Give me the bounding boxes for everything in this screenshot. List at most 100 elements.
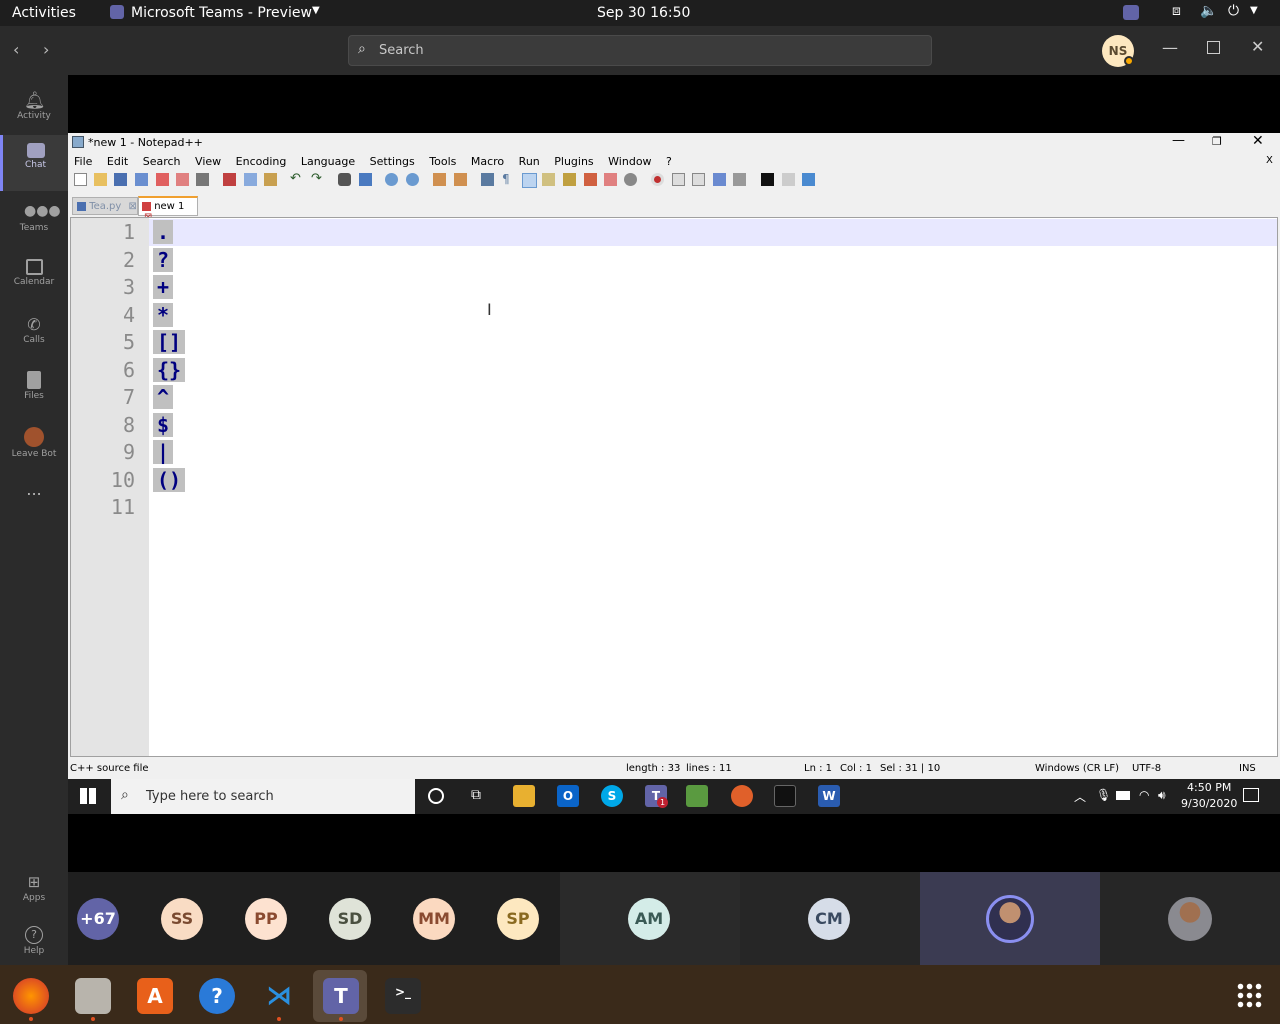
- teams-tray-icon[interactable]: [1123, 5, 1139, 20]
- menu-plugins[interactable]: Plugins: [554, 155, 593, 168]
- tab-tea-py[interactable]: Tea.py ⊠: [72, 197, 138, 215]
- microphone-icon[interactable]: 🎙︎: [1096, 788, 1111, 802]
- participant-photo[interactable]: [1168, 897, 1212, 941]
- code-line[interactable]: +: [153, 275, 174, 299]
- clock[interactable]: Sep 30 16:50: [597, 5, 690, 21]
- menu-search[interactable]: Search: [143, 155, 181, 168]
- power-icon[interactable]: ⏻: [1228, 3, 1239, 19]
- minimize-icon[interactable]: —: [1162, 38, 1178, 57]
- play-macro-icon[interactable]: [692, 173, 705, 186]
- npp-close-icon[interactable]: ✕: [1252, 133, 1264, 149]
- task-view-icon[interactable]: ⧉: [471, 787, 481, 803]
- rail-item-files[interactable]: Files: [0, 363, 68, 415]
- firefox-taskbar-icon[interactable]: [731, 785, 753, 807]
- network-icon[interactable]: ⧈: [1172, 3, 1181, 19]
- app-menu[interactable]: Microsoft Teams - Preview: [131, 5, 312, 21]
- show-all-chars-icon[interactable]: ¶: [502, 172, 510, 186]
- wifi-icon[interactable]: ◠: [1139, 788, 1149, 802]
- code-line[interactable]: (): [153, 467, 186, 492]
- menu-settings[interactable]: Settings: [370, 155, 415, 168]
- code-line[interactable]: $: [153, 412, 174, 437]
- save-icon[interactable]: [114, 173, 127, 186]
- participant-avatar[interactable]: SS: [161, 898, 203, 940]
- tab-new-1[interactable]: new 1 ⊠: [138, 196, 198, 223]
- menu-edit[interactable]: Edit: [107, 155, 128, 168]
- redo-icon[interactable]: ↷: [311, 171, 322, 186]
- close-icon[interactable]: ✕: [1251, 37, 1264, 56]
- active-speaker-photo[interactable]: [986, 895, 1034, 943]
- paste-icon[interactable]: [264, 173, 277, 186]
- new-file-icon[interactable]: [74, 173, 87, 186]
- rail-item-chat[interactable]: Chat: [0, 135, 68, 191]
- indent-guide-icon[interactable]: [522, 173, 537, 188]
- menu-tools[interactable]: Tools: [429, 155, 456, 168]
- windows-search-box[interactable]: ⌕ Type here to search: [111, 779, 415, 814]
- rail-item-calls[interactable]: ✆ Calls: [0, 307, 68, 359]
- copy-icon[interactable]: [244, 173, 257, 186]
- menu-file[interactable]: File: [74, 155, 92, 168]
- tray-chevron-icon[interactable]: ︿: [1074, 788, 1086, 805]
- plugin-xml-icon[interactable]: [802, 173, 815, 186]
- code-line[interactable]: ^: [153, 385, 174, 409]
- close-file-icon[interactable]: [156, 173, 169, 186]
- cut-icon[interactable]: [223, 173, 236, 186]
- code-line[interactable]: .: [153, 220, 174, 244]
- code-line[interactable]: {}: [153, 357, 186, 382]
- line-number[interactable]: 8: [75, 413, 135, 437]
- focus-mode-icon[interactable]: [624, 173, 637, 186]
- close-document-x[interactable]: X: [1266, 155, 1273, 166]
- menu-run[interactable]: Run: [519, 155, 540, 168]
- word-wrap-icon[interactable]: [481, 173, 494, 186]
- menu-language[interactable]: Language: [301, 155, 355, 168]
- line-number[interactable]: 10: [75, 468, 135, 492]
- show-applications-icon[interactable]: [1236, 982, 1262, 1008]
- windows-start-icon[interactable]: [80, 788, 96, 804]
- monitoring-icon[interactable]: [604, 173, 617, 186]
- line-number[interactable]: 1: [75, 220, 135, 244]
- save-all-icon[interactable]: [135, 173, 148, 186]
- battery-icon[interactable]: [1116, 791, 1130, 800]
- sync-vertical-icon[interactable]: [433, 173, 446, 186]
- sync-horizontal-icon[interactable]: [454, 173, 467, 186]
- forward-arrow-icon[interactable]: ›: [43, 40, 49, 59]
- run-macro-multiple-icon[interactable]: [713, 173, 726, 186]
- skype-icon[interactable]: S: [601, 785, 623, 807]
- menu-help[interactable]: ?: [666, 155, 672, 168]
- terminal-taskbar-icon[interactable]: [774, 785, 796, 807]
- word-taskbar-icon[interactable]: W: [818, 785, 840, 807]
- line-number[interactable]: 9: [75, 440, 135, 464]
- rail-item-apps[interactable]: ⊞ Apps: [0, 865, 68, 917]
- document-map-icon[interactable]: [542, 173, 555, 186]
- menu-macro[interactable]: Macro: [471, 155, 504, 168]
- participant-avatar[interactable]: PP: [245, 898, 287, 940]
- help-dock-icon[interactable]: ?: [199, 978, 235, 1014]
- code-line[interactable]: |: [153, 440, 174, 464]
- notepad-plus-plus-taskbar-icon[interactable]: [686, 785, 708, 807]
- plugin-json-icon[interactable]: [761, 173, 774, 186]
- windows-time[interactable]: 4:50 PM: [1187, 781, 1231, 794]
- zoom-out-icon[interactable]: [406, 173, 419, 186]
- code-line[interactable]: ?: [153, 247, 174, 272]
- function-list-icon[interactable]: [563, 173, 576, 186]
- stop-macro-icon[interactable]: [672, 173, 685, 186]
- replace-icon[interactable]: [359, 173, 372, 186]
- search-input[interactable]: ⌕ Search: [348, 35, 932, 66]
- line-number[interactable]: 2: [75, 248, 135, 272]
- line-number[interactable]: 5: [75, 330, 135, 354]
- outlook-icon[interactable]: O: [557, 785, 579, 807]
- restore-icon[interactable]: [1207, 41, 1220, 54]
- menu-view[interactable]: View: [195, 155, 221, 168]
- line-number[interactable]: 11: [75, 495, 135, 519]
- save-macro-icon[interactable]: [733, 173, 746, 186]
- npp-minimize-icon[interactable]: —: [1172, 133, 1185, 148]
- find-icon[interactable]: [338, 173, 351, 186]
- menu-window[interactable]: Window: [608, 155, 651, 168]
- firefox-dock-icon[interactable]: [13, 978, 49, 1014]
- cortana-icon[interactable]: [428, 788, 444, 804]
- plugin-compare-icon[interactable]: [782, 173, 795, 186]
- participant-avatar[interactable]: AM: [628, 898, 670, 940]
- npp-restore-icon[interactable]: ❐: [1212, 135, 1222, 148]
- zoom-in-icon[interactable]: [385, 173, 398, 186]
- code-line[interactable]: []: [153, 330, 186, 354]
- system-menu-chevron-icon[interactable]: ▼: [1250, 5, 1258, 16]
